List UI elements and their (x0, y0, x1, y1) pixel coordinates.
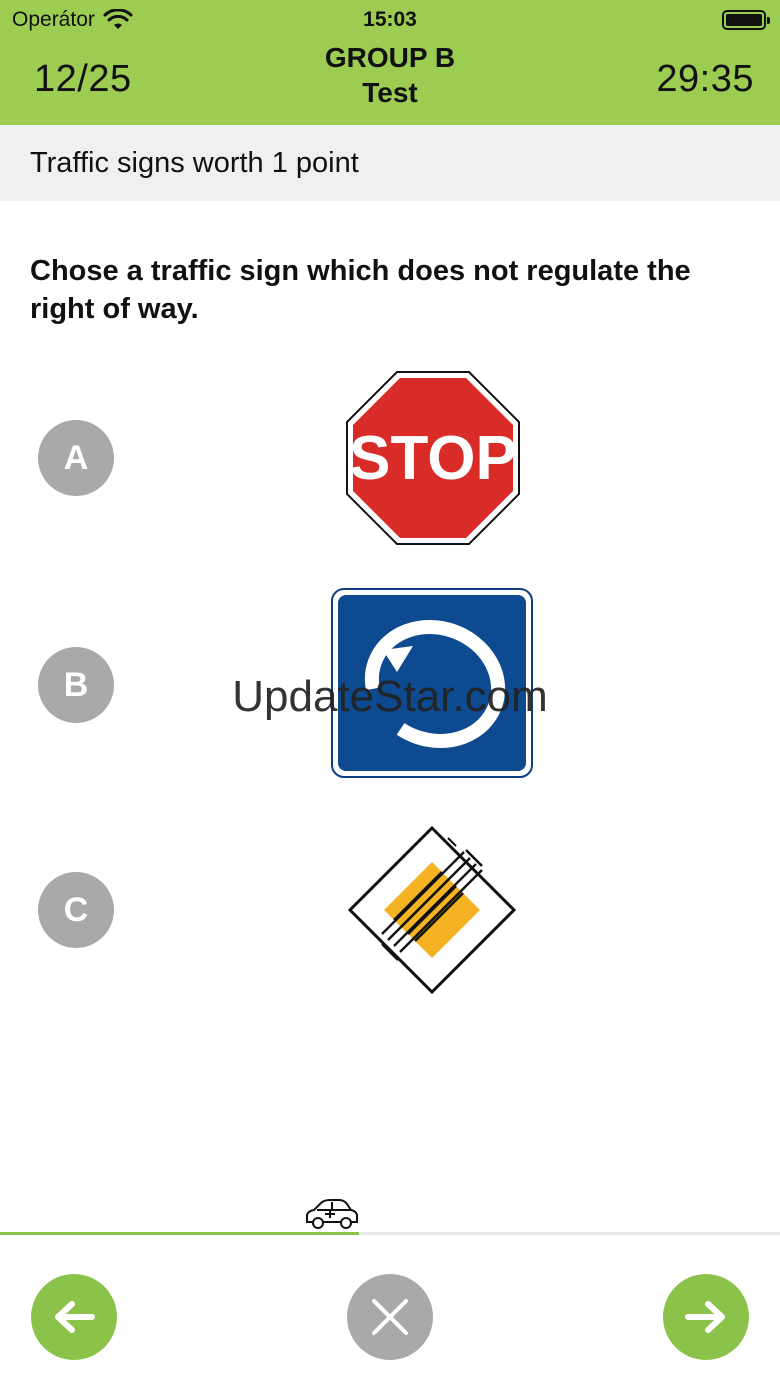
stop-sign-icon[interactable]: STOP (346, 371, 520, 545)
battery-icon (722, 10, 770, 30)
arrow-right-icon (685, 1301, 725, 1333)
option-letter-a[interactable]: A (38, 420, 114, 496)
answer-option-a[interactable]: A STOP (0, 358, 780, 558)
status-time: 15:03 (363, 8, 417, 31)
next-button[interactable] (663, 1274, 749, 1360)
stop-sign-text: STOP (349, 424, 517, 493)
progress-track (0, 1232, 780, 1235)
close-button[interactable] (347, 1274, 433, 1360)
arrow-left-icon (55, 1301, 95, 1333)
progress-fill (0, 1232, 359, 1235)
question-text: Chose a traffic sign which does not regu… (30, 255, 691, 325)
header: Operátor 15:03 12/25 GROUP B Test 29:35 (0, 0, 780, 125)
watermark: UpdateStar.com (232, 672, 548, 721)
previous-button[interactable] (31, 1274, 117, 1360)
close-icon (372, 1299, 408, 1335)
countdown-timer: 29:35 (656, 58, 754, 100)
category-bar: Traffic signs worth 1 point (0, 125, 780, 201)
end-of-priority-road-icon[interactable] (348, 826, 516, 994)
option-letter-c[interactable]: C (38, 872, 114, 948)
car-icon (306, 1199, 358, 1229)
answer-option-c[interactable]: C (0, 810, 780, 1010)
quiz-screen: Operátor 15:03 12/25 GROUP B Test 29:35 … (0, 0, 780, 1387)
category-label: Traffic signs worth 1 point (30, 146, 359, 179)
